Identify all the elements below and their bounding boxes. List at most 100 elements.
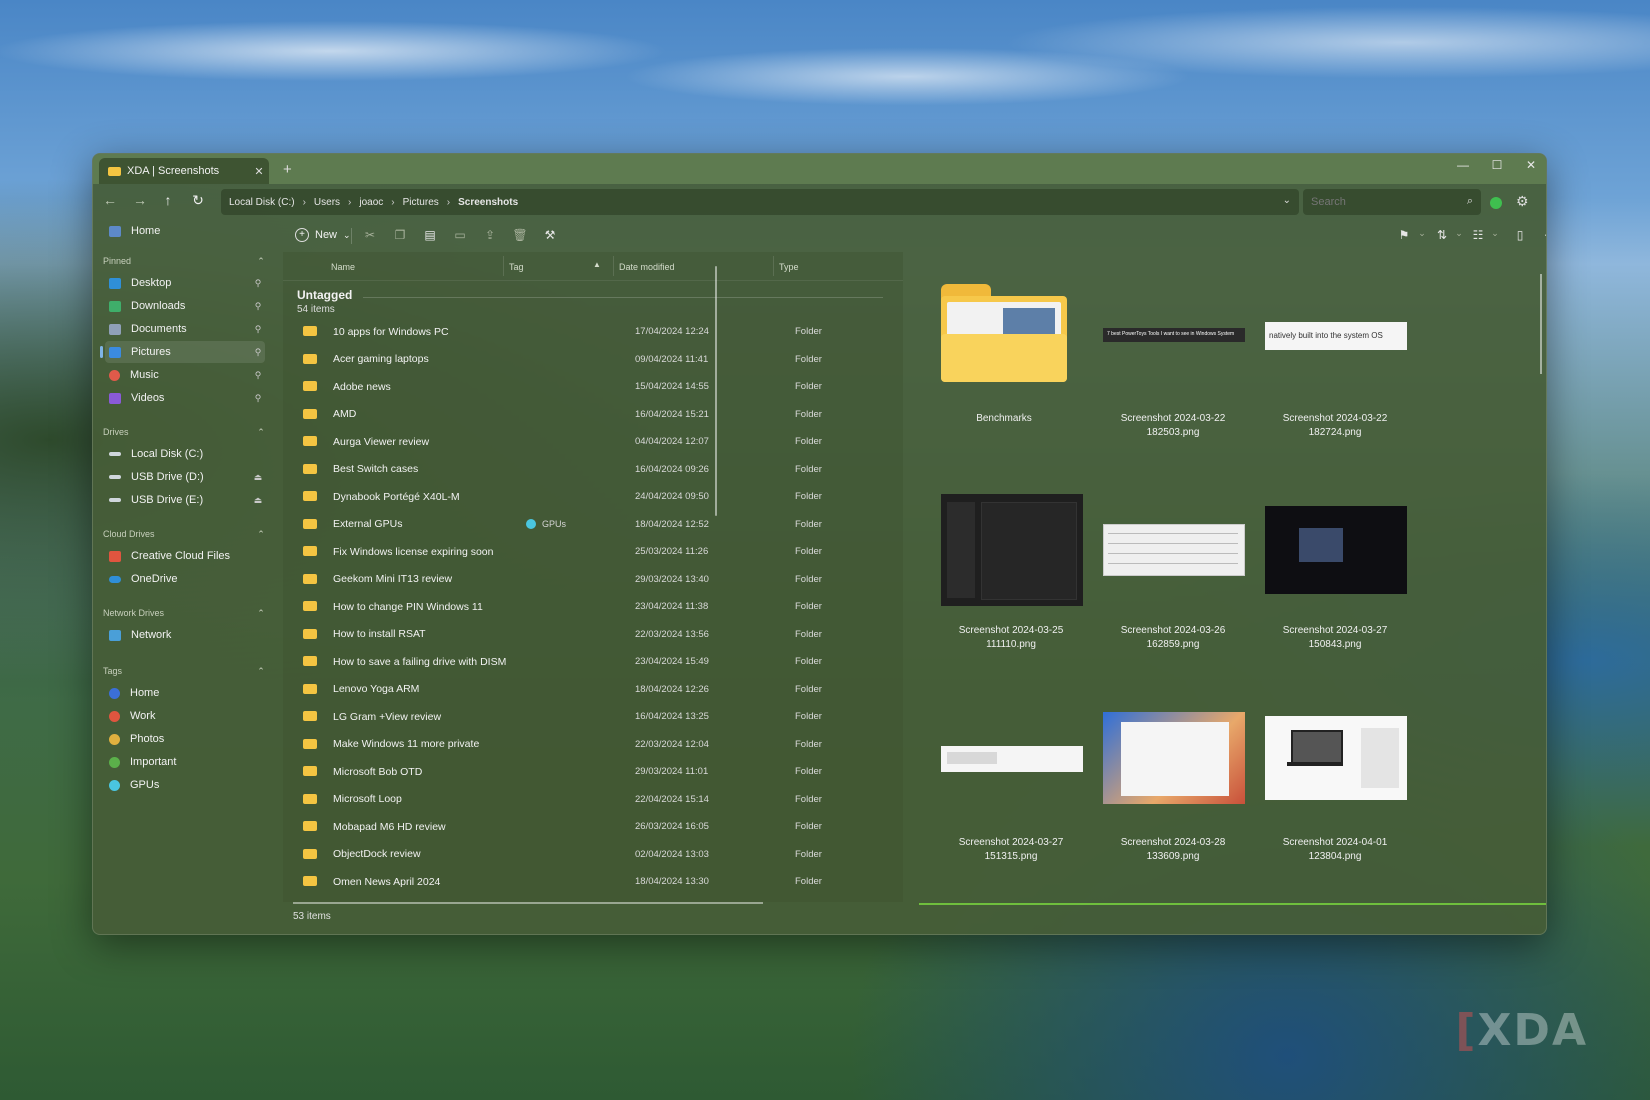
chevron-up-icon[interactable]: ⌃: [254, 608, 268, 619]
file-row[interactable]: How to install RSAT 22/03/2024 13:56 Folde…: [283, 621, 903, 649]
file-list-scrollbar[interactable]: [715, 266, 717, 516]
file-row[interactable]: Lenovo Yoga ARM 18/04/2024 12:26 Folder: [283, 676, 903, 704]
column-type[interactable]: Type: [779, 262, 799, 272]
gallery-scrollbar[interactable]: [1540, 274, 1542, 374]
sidebar-item-creative-cloud[interactable]: Creative Cloud Files: [105, 545, 265, 567]
column-tag[interactable]: Tag: [509, 262, 524, 272]
more-options-icon[interactable]: ⋯: [1541, 228, 1546, 242]
screenshot-thumbnail[interactable]: natively built into the system OS: [1265, 322, 1407, 350]
rename-icon[interactable]: ▭: [451, 228, 469, 242]
search-input[interactable]: [1303, 195, 1453, 209]
column-divider[interactable]: [503, 256, 504, 276]
gallery-item-screenshot[interactable]: Screenshot 2024-04-01 123804.png: [1255, 836, 1415, 864]
file-row[interactable]: External GPUs GPUs 18/04/2024 12:52 Folder: [283, 511, 903, 539]
back-arrow-icon[interactable]: ←: [99, 192, 121, 208]
file-row[interactable]: How to change PIN Windows 11 23/04/2024 1…: [283, 593, 903, 621]
file-row[interactable]: Adobe news 15/04/2024 14:55 Folder: [283, 373, 903, 401]
forward-arrow-icon[interactable]: →: [129, 192, 151, 208]
chevron-down-icon[interactable]: ⌄: [1450, 228, 1468, 239]
status-ok-icon[interactable]: [1490, 197, 1502, 209]
section-cloud-drives[interactable]: Cloud Drives ⌃: [103, 529, 268, 540]
sidebar-item-pictures[interactable]: Pictures ⚲: [100, 341, 265, 363]
preview-pane-icon[interactable]: ▯: [1511, 228, 1529, 242]
file-row[interactable]: 10 apps for Windows PC 17/04/2024 12:24 Fo…: [283, 318, 903, 346]
file-row[interactable]: Mobapad M6 HD review 26/03/2024 16:05 Fold…: [283, 813, 903, 841]
screenshot-thumbnail[interactable]: [941, 494, 1083, 606]
pin-icon[interactable]: ⚲: [251, 301, 265, 312]
layout-icon[interactable]: ☷: [1469, 228, 1487, 242]
screenshot-thumbnail[interactable]: [941, 746, 1083, 772]
minimize-button[interactable]: —: [1448, 158, 1478, 172]
sidebar-item-documents[interactable]: Documents ⚲: [105, 318, 265, 340]
file-row[interactable]: ObjectDock review 02/04/2024 13:03 Folder: [283, 841, 903, 869]
up-arrow-icon[interactable]: ↑: [157, 192, 179, 208]
section-pinned[interactable]: Pinned ⌃: [103, 256, 268, 267]
sidebar-item-downloads[interactable]: Downloads ⚲: [105, 295, 265, 317]
chevron-down-icon[interactable]: ⌄: [1413, 228, 1431, 239]
file-row[interactable]: LG Gram +View review 16/04/2024 13:25 Fold…: [283, 703, 903, 731]
sidebar-tag-gpus[interactable]: GPUs: [105, 774, 265, 796]
section-tags[interactable]: Tags ⌃: [103, 666, 268, 677]
pin-icon[interactable]: ⚲: [251, 370, 265, 381]
screenshot-thumbnail[interactable]: [1103, 524, 1245, 576]
file-row[interactable]: AMD 16/04/2024 15:21 Folder: [283, 401, 903, 429]
eject-icon[interactable]: ⏏: [251, 495, 265, 506]
file-row[interactable]: Dynabook Portégé X40L-M 24/04/2024 09:50 F…: [283, 483, 903, 511]
sidebar-item-home[interactable]: Home: [105, 220, 265, 242]
address-bar[interactable]: Local Disk (C:) › Users › joaoc › Pictur…: [221, 189, 1299, 215]
chevron-up-icon[interactable]: ⌃: [254, 427, 268, 438]
breadcrumb-screenshots[interactable]: Screenshots: [450, 197, 518, 208]
close-window-button[interactable]: ✕: [1516, 158, 1546, 172]
file-row[interactable]: Best Switch cases 16/04/2024 09:26 Folder: [283, 456, 903, 484]
sidebar-tag-important[interactable]: Important: [105, 751, 265, 773]
sort-icon[interactable]: ⇅: [1433, 228, 1451, 242]
properties-icon[interactable]: ⚒: [541, 228, 559, 242]
column-divider[interactable]: [773, 256, 774, 276]
column-divider[interactable]: [613, 256, 614, 276]
gallery-item-screenshot[interactable]: Screenshot 2024-03-27 150843.png: [1255, 624, 1415, 652]
pin-icon[interactable]: ⚲: [251, 347, 265, 358]
new-tab-button[interactable]: +: [283, 161, 292, 178]
delete-icon[interactable]: 🗑: [511, 228, 529, 242]
file-list-horizontal-scrollbar[interactable]: [293, 902, 763, 904]
tab-screenshots[interactable]: XDA | Screenshots ✕: [99, 158, 269, 184]
sidebar-item-network[interactable]: Network: [105, 624, 265, 646]
file-row[interactable]: Microsoft Bob OTD 29/03/2024 11:01 Folder: [283, 758, 903, 786]
column-date-modified[interactable]: Date modified: [619, 262, 675, 272]
chevron-up-icon[interactable]: ⌃: [254, 666, 268, 677]
filter-icon[interactable]: ⚑: [1395, 228, 1413, 242]
gallery-item-screenshot[interactable]: Screenshot 2024-03-25 111110.png: [931, 624, 1091, 652]
gallery-item-screenshot[interactable]: Screenshot 2024-03-27 151315.png: [931, 836, 1091, 864]
pin-icon[interactable]: ⚲: [251, 393, 265, 404]
sidebar-tag-home[interactable]: Home: [105, 682, 265, 704]
file-row[interactable]: Acer gaming laptops 09/04/2024 11:41 Folde…: [283, 346, 903, 374]
file-row[interactable]: Geekom Mini IT13 review 29/03/2024 13:40 F…: [283, 566, 903, 594]
file-row[interactable]: Aurga Viewer review 04/04/2024 12:07 Folde…: [283, 428, 903, 456]
screenshot-thumbnail[interactable]: 7 best PowerToys Tools I want to see in …: [1103, 328, 1245, 342]
sidebar-item-onedrive[interactable]: OneDrive: [105, 568, 265, 590]
section-network-drives[interactable]: Network Drives ⌃: [103, 608, 268, 619]
sidebar-tag-work[interactable]: Work: [105, 705, 265, 727]
chevron-down-icon[interactable]: ⌄: [1486, 228, 1504, 239]
gear-icon[interactable]: ⚙: [1516, 193, 1529, 210]
file-row[interactable]: How to save a failing drive with DISM 23/…: [283, 648, 903, 676]
chevron-down-icon[interactable]: ⌄: [1283, 195, 1291, 206]
maximize-button[interactable]: ☐: [1482, 158, 1512, 172]
cut-icon[interactable]: ✂: [361, 228, 379, 242]
section-drives[interactable]: Drives ⌃: [103, 427, 268, 438]
sidebar-item-usb-d[interactable]: USB Drive (D:) ⏏: [105, 466, 265, 488]
paste-icon[interactable]: ▤: [421, 228, 439, 242]
chevron-up-icon[interactable]: ⌃: [254, 529, 268, 540]
close-tab-icon[interactable]: ✕: [249, 165, 269, 178]
sidebar-tag-photos[interactable]: Photos: [105, 728, 265, 750]
breadcrumb-joaoc[interactable]: joaoc: [351, 197, 383, 208]
file-row[interactable]: Omen News April 2024 18/04/2024 13:30 Fold…: [283, 868, 903, 896]
search-box[interactable]: ⌕: [1303, 189, 1481, 215]
gallery-item-screenshot[interactable]: Screenshot 2024-03-22 182503.png: [1093, 412, 1253, 440]
pin-icon[interactable]: ⚲: [251, 278, 265, 289]
sidebar-item-videos[interactable]: Videos ⚲: [105, 387, 265, 409]
screenshot-thumbnail[interactable]: [1103, 712, 1245, 804]
file-row[interactable]: Make Windows 11 more private 22/03/2024 1…: [283, 731, 903, 759]
chevron-up-icon[interactable]: ⌃: [254, 256, 268, 267]
folder-thumbnail[interactable]: [941, 284, 1067, 382]
